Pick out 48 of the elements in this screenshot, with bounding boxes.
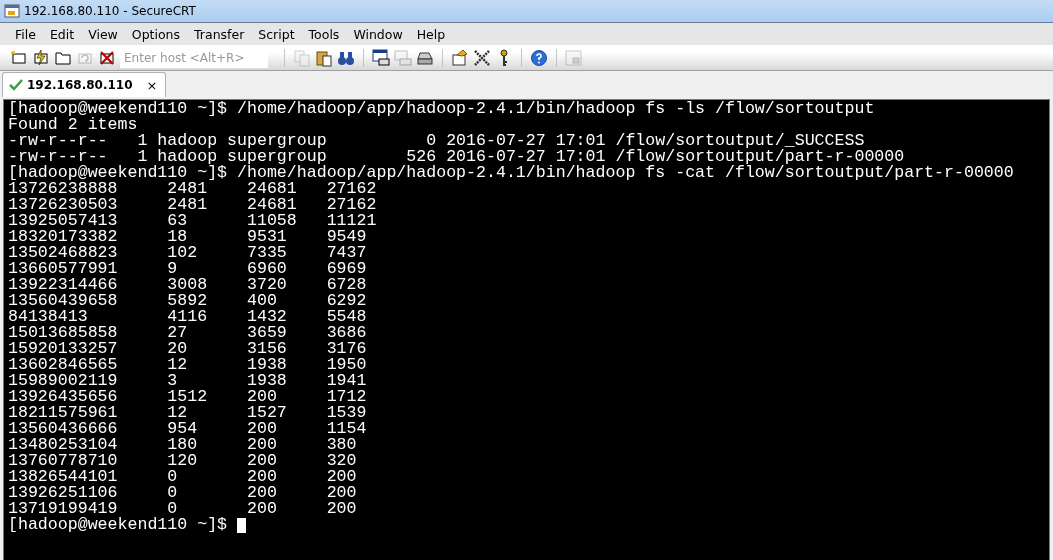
terminal-line: 15013685858 27 3659 3686 <box>8 325 367 341</box>
terminal-line: 13726230503 2481 24681 27162 <box>8 197 377 213</box>
x-mark-icon[interactable] <box>98 48 116 67</box>
terminal-line: 13480253104 180 200 380 <box>8 437 357 453</box>
terminal-line: [hadoop@weekend110 ~]$ /home/hadoop/app/hadoop-2.4.1/bin/hadoop fs -ls /flow/sortoutput <box>8 101 875 117</box>
session-tab[interactable]: 192.168.80.110 × <box>2 72 167 97</box>
terminal-line: 13726238888 2481 24681 27162 <box>8 181 377 197</box>
menu-item[interactable]: Options <box>124 24 188 44</box>
computer-icon[interactable] <box>10 48 28 67</box>
terminal-line: 13926435656 1512 200 1712 <box>8 389 367 405</box>
tab-label: 192.168.80.110 <box>27 78 133 92</box>
app-icon <box>4 3 20 19</box>
terminal-line: 13926251106 0 200 200 <box>8 485 357 501</box>
clipboard-icon[interactable] <box>315 48 333 67</box>
menu-item[interactable]: Window <box>346 24 410 44</box>
terminal-line: 13760778710 120 200 320 <box>8 453 357 469</box>
terminal-line: 13922314466 3008 3720 6728 <box>8 277 367 293</box>
terminal-screen[interactable] <box>3 99 1050 560</box>
menu-item[interactable]: File <box>8 24 43 44</box>
lightning-icon[interactable] <box>32 48 50 67</box>
terminal-line: 15920133257 20 3156 3176 <box>8 341 367 357</box>
terminal-line: 13925057413 63 11058 11121 <box>8 213 377 229</box>
terminal-line: 13602846565 12 1938 1950 <box>8 357 367 373</box>
terminal-line: -rw-r--r-- 1 hadoop supergroup 526 2016-07-27 17:01 /flow/sortoutput/part-r-00000 <box>8 149 905 165</box>
menu-item[interactable]: Help <box>409 24 453 44</box>
terminal-line: 13719199419 0 200 200 <box>8 501 357 517</box>
window-title: 192.168.80.110 - SecureCRT <box>24 4 196 18</box>
terminal-line: 13826544101 0 200 200 <box>8 469 357 485</box>
terminal-line: 13660577991 9 6960 6969 <box>8 261 367 277</box>
terminal-line: [hadoop@weekend110 ~]$ /home/hadoop/app/hadoop-2.4.1/bin/hadoop fs -cat /flow/sortoutput/part-r-00000 <box>8 165 1014 181</box>
terminal-line: -rw-r--r-- 1 hadoop supergroup 0 2016-07-27 17:01 /flow/sortoutput/_SUCCESS <box>8 133 865 149</box>
close-button[interactable]: × <box>146 77 158 93</box>
menu-item[interactable]: Transfer <box>187 24 252 44</box>
help-icon[interactable] <box>530 48 548 67</box>
terminal-line: 13560436666 954 200 1154 <box>8 421 367 437</box>
terminal-line: [hadoop@weekend110 ~]$ <box>8 517 229 533</box>
tools-icon[interactable] <box>473 48 491 67</box>
terminal-line: Found 2 items <box>8 117 138 133</box>
terminal-line: 84138413 4116 1432 5548 <box>8 309 367 325</box>
terminal-line: 18320173382 18 9531 9549 <box>8 229 367 245</box>
terminal-line: 13560439658 5892 400 6292 <box>8 293 367 309</box>
terminal-line: 15989002119 3 1938 1941 <box>8 373 367 389</box>
menu-item[interactable]: View <box>81 24 125 44</box>
terminal-line: 18211575961 12 1527 1539 <box>8 405 367 421</box>
menu-item[interactable]: Script <box>251 24 302 44</box>
terminal-line: 13502468823 102 7335 7437 <box>8 245 367 261</box>
menu-item[interactable]: Edit <box>42 24 82 44</box>
menu-item[interactable]: Tools <box>301 24 347 44</box>
